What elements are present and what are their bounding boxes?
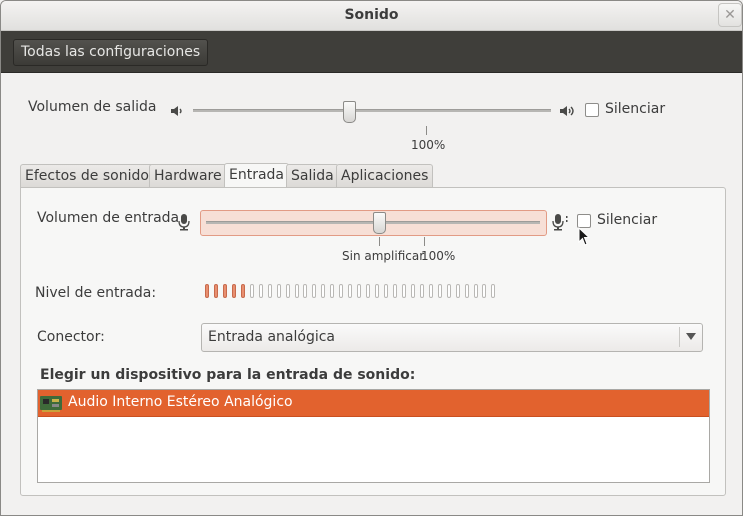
level-segment <box>455 284 460 298</box>
all-settings-button[interactable]: Todas las configuraciones <box>13 39 209 66</box>
tab-input[interactable]: Entrada <box>224 163 290 189</box>
connector-label: Conector: <box>37 329 105 345</box>
level-segment <box>491 284 496 298</box>
level-segment <box>446 284 451 298</box>
level-segment <box>392 284 397 298</box>
sound-card-icon <box>40 396 62 412</box>
level-segment <box>321 284 326 298</box>
level-segment <box>482 284 487 298</box>
tab-hardware[interactable]: Hardware <box>149 164 227 187</box>
input-slider-knob[interactable] <box>373 212 386 234</box>
microphone-low-icon <box>178 214 190 231</box>
level-segment <box>366 284 371 298</box>
chevron-down-icon <box>686 333 696 340</box>
level-segment <box>339 284 344 298</box>
tab-output[interactable]: Salida <box>286 164 339 187</box>
level-segment <box>375 284 380 298</box>
level-segment <box>205 284 209 298</box>
output-mute-label: Silenciar <box>605 101 666 117</box>
close-button[interactable]: ✕ <box>718 3 742 27</box>
level-segment <box>240 284 245 298</box>
input-device-list[interactable]: Audio Interno Estéreo Analógico <box>37 389 710 483</box>
input-volume-slider[interactable] <box>200 210 547 236</box>
mouse-cursor-icon <box>578 227 591 246</box>
output-mute-checkbox[interactable] <box>585 103 599 117</box>
window-title: Sonido <box>344 7 399 23</box>
level-segment <box>401 284 406 298</box>
connector-value: Entrada analógica <box>208 329 335 345</box>
device-section-heading: Elegir un dispositivo para la entrada de… <box>40 367 416 383</box>
level-segment <box>213 284 218 298</box>
level-segment <box>357 284 362 298</box>
level-segment <box>419 284 424 298</box>
input-100-label: 100% <box>421 249 456 263</box>
unamplified-tick <box>379 237 380 246</box>
level-segment <box>294 284 299 298</box>
output-100-label: 100% <box>411 138 446 152</box>
level-segment <box>330 284 335 298</box>
output-volume-label: Volumen de salida <box>28 99 157 115</box>
level-segment <box>428 284 433 298</box>
input-mute-label: Silenciar <box>597 212 658 228</box>
sound-settings-window: Sonido ✕ Todas las configuraciones Volum… <box>0 0 743 516</box>
device-name: Audio Interno Estéreo Analógico <box>68 394 293 410</box>
input-100-tick <box>424 237 425 246</box>
level-segment <box>303 284 308 298</box>
unamplified-label: Sin amplificar <box>342 249 425 263</box>
level-segment <box>276 284 281 298</box>
toolbar: Todas las configuraciones <box>1 31 742 73</box>
level-segment <box>384 284 388 298</box>
level-segment <box>267 284 272 298</box>
level-segment <box>437 284 442 298</box>
title-bar: Sonido ✕ <box>1 1 742 31</box>
level-segment <box>410 284 415 298</box>
level-segment <box>258 284 263 298</box>
level-segment <box>249 284 254 298</box>
list-item[interactable]: Audio Interno Estéreo Analógico <box>38 390 709 417</box>
input-mute-checkbox[interactable] <box>577 214 591 228</box>
microphone-high-icon <box>552 214 568 231</box>
input-volume-label: Volumen de entrada <box>37 210 180 226</box>
level-segment <box>312 284 317 298</box>
level-segment <box>473 284 478 298</box>
tab-sound-effects[interactable]: Efectos de sonido <box>20 164 154 187</box>
output-slider-track <box>193 109 551 112</box>
level-segment <box>222 284 227 298</box>
level-segment <box>348 284 353 298</box>
level-segment <box>285 284 290 298</box>
input-level-label: Nivel de entrada: <box>35 285 157 301</box>
output-100-tick <box>426 126 427 135</box>
connector-dropdown[interactable]: Entrada analógica <box>201 323 703 352</box>
speaker-low-icon <box>171 106 182 116</box>
dropdown-divider <box>679 327 680 347</box>
level-segment <box>231 284 236 298</box>
level-segment <box>464 284 469 298</box>
output-volume-slider[interactable] <box>193 101 551 123</box>
output-slider-knob[interactable] <box>343 101 356 123</box>
tab-applications[interactable]: Aplicaciones <box>336 164 434 187</box>
close-icon: ✕ <box>724 7 736 23</box>
speaker-high-icon <box>560 106 574 116</box>
